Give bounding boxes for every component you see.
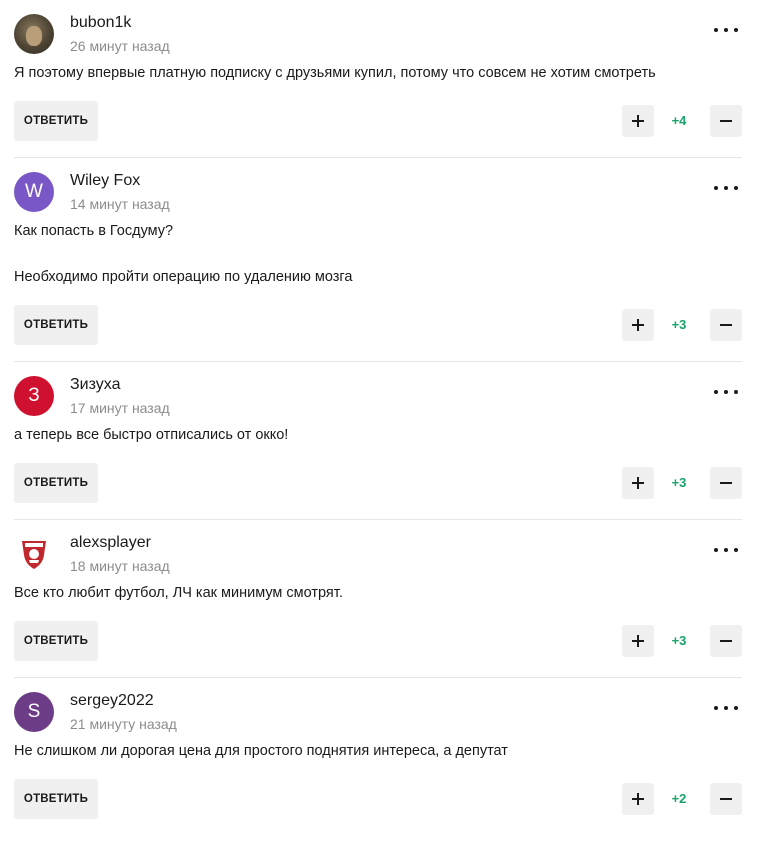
comment-text: Все кто любит футбол, ЛЧ как минимум смо… [14,574,742,605]
comment-list: bubon1k 26 минут назад Я поэтому впервые… [0,0,758,819]
vote-score: +3 [671,633,687,648]
more-options-icon[interactable] [714,382,738,402]
more-options-icon[interactable] [714,540,738,560]
minus-icon [720,640,732,642]
comment-text: а теперь все быстро отписались от окко! [14,416,742,447]
comment-paragraph: а теперь все быстро отписались от окко! [14,427,289,443]
comment-actions: ОТВЕТИТЬ +3 [14,621,742,661]
downvote-button[interactable] [710,309,742,341]
comment-author[interactable]: bubon1k [70,14,131,32]
comment-item: alexsplayer 18 минут назад Все кто любит… [14,520,742,678]
vote-score: +4 [671,113,687,128]
reply-button[interactable]: ОТВЕТИТЬ [14,779,98,819]
comment-time: 17 минут назад [70,400,170,416]
comment-author[interactable]: Wiley Fox [70,172,140,190]
comment-text: Как попасть в Госдуму? Необходимо пройти… [14,212,742,289]
comment-author[interactable]: sergey2022 [70,692,154,710]
minus-icon [720,324,732,326]
reply-button[interactable]: ОТВЕТИТЬ [14,305,98,345]
comment-item: W Wiley Fox 14 минут назад Как попасть в… [14,158,742,362]
comment-header: alexsplayer 18 минут назад [14,520,742,574]
comment-header: bubon1k 26 минут назад [14,0,742,54]
downvote-button[interactable] [710,105,742,137]
comment-paragraph: Я поэтому впервые платную подписку с дру… [14,65,656,81]
comment-text: Я поэтому впервые платную подписку с дру… [14,54,742,85]
plus-icon [632,115,644,127]
avatar[interactable] [14,14,54,54]
upvote-button[interactable] [622,625,654,657]
comment-header: W Wiley Fox 14 минут назад [14,158,742,212]
avatar-photo [26,26,42,46]
comment-time: 26 минут назад [70,38,170,54]
plus-icon [632,319,644,331]
comment-text: Не слишком ли дорогая цена для простого … [14,732,742,763]
comment-paragraph: Как попасть в Госдуму? [14,223,174,239]
club-crest-icon [22,541,46,569]
reply-button[interactable]: ОТВЕТИТЬ [14,463,98,503]
more-options-icon[interactable] [714,20,738,40]
comment-time: 21 минуту назад [70,716,177,732]
downvote-button[interactable] [710,625,742,657]
comment-actions: ОТВЕТИТЬ +4 [14,101,742,141]
plus-icon [632,793,644,805]
plus-icon [632,635,644,647]
comment-item: S sergey2022 21 минуту назад Не слишком … [14,678,742,819]
comment-header: S sergey2022 21 минуту назад [14,678,742,732]
minus-icon [720,798,732,800]
comment-header: З Зизуха 17 минут назад [14,362,742,416]
reply-button[interactable]: ОТВЕТИТЬ [14,101,98,141]
more-options-icon[interactable] [714,178,738,198]
comment-actions: ОТВЕТИТЬ +2 [14,779,742,819]
downvote-button[interactable] [710,783,742,815]
reply-button[interactable]: ОТВЕТИТЬ [14,621,98,661]
avatar[interactable]: З [14,376,54,416]
minus-icon [720,120,732,122]
comment-paragraph: Все кто любит футбол, ЛЧ как минимум смо… [14,585,343,601]
comment-actions: ОТВЕТИТЬ +3 [14,305,742,345]
comment-paragraph: Необходимо пройти операцию по удалению м… [14,269,353,285]
comment-actions: ОТВЕТИТЬ +3 [14,463,742,503]
minus-icon [720,482,732,484]
comment-item: З Зизуха 17 минут назад а теперь все быс… [14,362,742,520]
vote-score: +3 [671,317,687,332]
vote-score: +3 [671,475,687,490]
upvote-button[interactable] [622,105,654,137]
comment-author[interactable]: alexsplayer [70,534,151,552]
upvote-button[interactable] [622,467,654,499]
upvote-button[interactable] [622,783,654,815]
downvote-button[interactable] [710,467,742,499]
comment-time: 18 минут назад [70,558,170,574]
comment-item: bubon1k 26 минут назад Я поэтому впервые… [14,0,742,158]
comment-paragraph: Не слишком ли дорогая цена для простого … [14,743,508,759]
avatar[interactable] [14,534,54,574]
avatar[interactable]: W [14,172,54,212]
vote-score: +2 [671,791,687,806]
upvote-button[interactable] [622,309,654,341]
plus-icon [632,477,644,489]
avatar[interactable]: S [14,692,54,732]
more-options-icon[interactable] [714,698,738,718]
comment-time: 14 минут назад [70,196,170,212]
comment-author[interactable]: Зизуха [70,376,120,394]
